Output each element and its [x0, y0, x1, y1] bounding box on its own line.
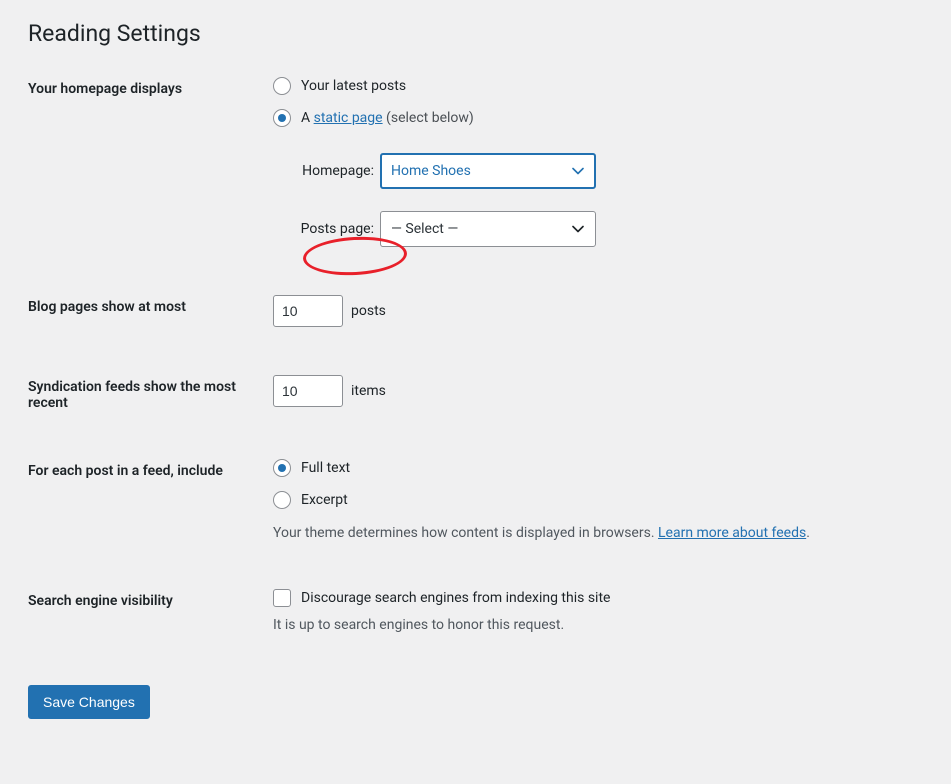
page-title: Reading Settings — [28, 20, 923, 47]
radio-excerpt[interactable] — [273, 491, 291, 509]
radio-latest-posts[interactable] — [273, 77, 291, 95]
feed-desc-suffix: . — [806, 525, 810, 541]
homepage-displays-label: Your homepage displays — [28, 77, 273, 97]
blog-pages-label: Blog pages show at most — [28, 295, 273, 315]
radio-excerpt-label[interactable]: Excerpt — [301, 492, 348, 508]
chevron-down-icon — [571, 222, 585, 236]
static-suffix: (select below) — [383, 110, 474, 126]
learn-more-feeds-link[interactable]: Learn more about feeds — [658, 525, 806, 541]
feed-include-label: For each post in a feed, include — [28, 459, 273, 479]
discourage-checkbox[interactable] — [273, 589, 291, 607]
static-page-link[interactable]: static page — [314, 110, 383, 126]
feed-desc: Your theme determines how content is dis… — [273, 525, 923, 541]
search-visibility-desc: It is up to search engines to honor this… — [273, 617, 923, 633]
save-button[interactable]: Save Changes — [28, 685, 150, 719]
blog-pages-input[interactable] — [273, 295, 343, 327]
syndication-suffix: items — [351, 383, 386, 399]
blog-pages-suffix: posts — [351, 303, 386, 319]
radio-full-text-label[interactable]: Full text — [301, 460, 350, 476]
posts-page-select-label: Posts page: — [273, 221, 380, 237]
discourage-checkbox-label[interactable]: Discourage search engines from indexing … — [301, 590, 610, 606]
radio-latest-posts-label[interactable]: Your latest posts — [301, 78, 406, 94]
posts-page-select[interactable]: — Select — — [380, 211, 596, 247]
posts-page-select-value: — Select — — [391, 221, 458, 237]
search-visibility-label: Search engine visibility — [28, 589, 273, 609]
homepage-select-label: Homepage: — [273, 163, 380, 179]
syndication-label: Syndication feeds show the most recent — [28, 375, 273, 411]
homepage-select-value: Home Shoes — [391, 163, 471, 179]
radio-static-page[interactable] — [273, 109, 291, 127]
radio-static-page-label[interactable]: A static page (select below) — [301, 110, 474, 126]
syndication-input[interactable] — [273, 375, 343, 407]
static-prefix: A — [301, 110, 314, 126]
homepage-select[interactable]: Home Shoes — [380, 153, 596, 189]
chevron-down-icon — [571, 164, 585, 178]
radio-full-text[interactable] — [273, 459, 291, 477]
feed-desc-prefix: Your theme determines how content is dis… — [273, 525, 658, 541]
